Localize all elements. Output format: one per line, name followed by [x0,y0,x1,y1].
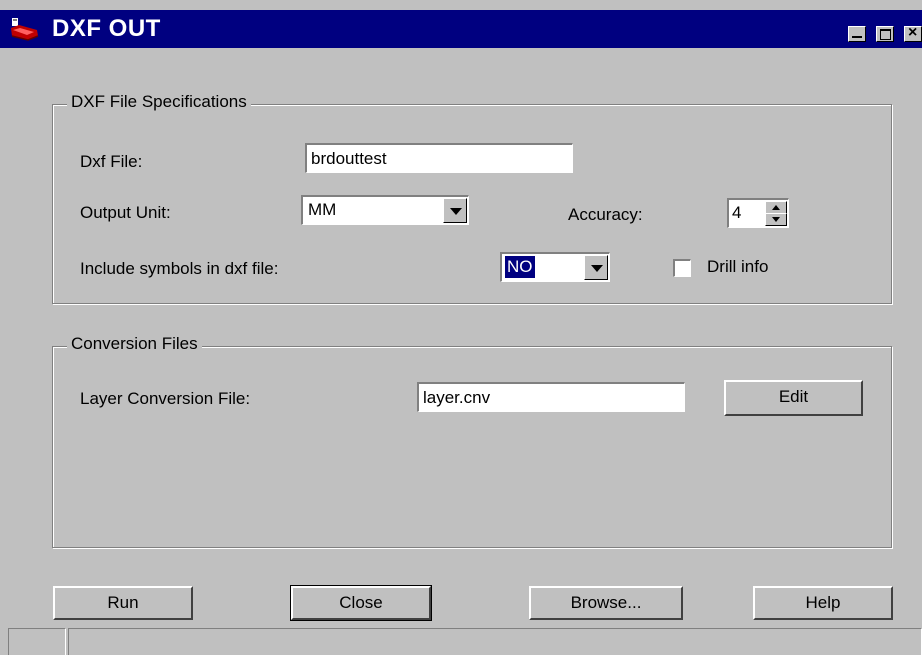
minimize-icon[interactable] [848,26,866,42]
status-cell-left [8,628,66,655]
layer-conversion-label: Layer Conversion File: [80,389,251,408]
drill-info-checkbox[interactable] [673,259,691,277]
include-symbols-value: NO [505,256,535,278]
accuracy-spinner[interactable]: 4 [727,198,789,228]
app-icon[interactable] [10,16,40,42]
dxf-file-label: Dxf File: [80,152,143,171]
layer-conversion-input[interactable]: layer.cnv [417,382,685,412]
title-bar[interactable]: DXF OUT × [0,10,922,48]
close-icon[interactable]: × [904,24,922,42]
close-button[interactable]: Close [290,585,432,621]
output-unit-value: MM [308,200,337,219]
maximize-icon[interactable] [876,26,894,42]
output-unit-label: Output Unit: [80,203,171,222]
drill-info-label[interactable]: Drill info [707,257,768,277]
window-title: DXF OUT [52,15,161,42]
chevron-down-icon[interactable] [443,198,467,223]
include-symbols-label: Include symbols in dxf file: [80,259,279,278]
chevron-down-icon[interactable] [584,255,608,280]
run-button[interactable]: Run [53,586,193,620]
accuracy-value: 4 [732,203,742,222]
output-unit-select[interactable]: MM [301,195,469,225]
spin-down-icon[interactable] [765,213,787,226]
dxf-file-input[interactable]: brdouttest [305,143,573,173]
conversion-files-group: Conversion Files [52,334,892,548]
group-legend: DXF File Specifications [67,92,251,112]
edit-button[interactable]: Edit [724,380,863,416]
help-button[interactable]: Help [753,586,893,620]
include-symbols-select[interactable]: NO [500,252,610,282]
status-cell-main [68,628,922,655]
spinner-buttons [765,201,787,226]
dxf-out-window: DXF OUT × DXF File Specifications Dxf Fi… [0,0,922,655]
accuracy-label: Accuracy: [568,205,643,224]
browse-button[interactable]: Browse... [529,586,683,620]
status-bar [8,628,922,655]
group-legend: Conversion Files [67,334,202,354]
